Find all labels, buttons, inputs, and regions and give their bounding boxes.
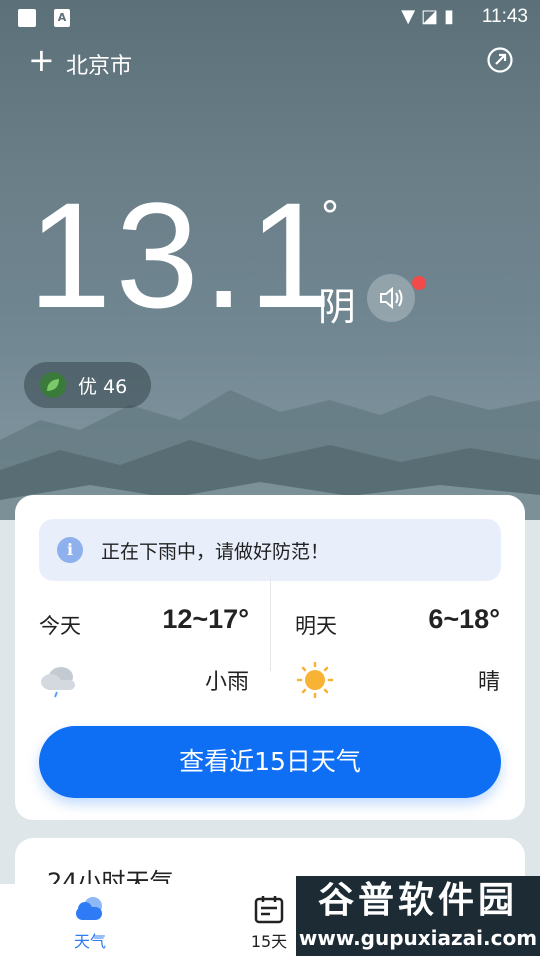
share-icon[interactable] [486,46,514,74]
tab-15-day[interactable]: 15天 [246,894,292,952]
tab-weather[interactable]: 天气 [68,894,112,952]
degree-symbol: ° [320,194,340,240]
sun-icon [296,662,334,698]
today-weather: 小雨 [204,670,249,695]
notification-square-icon [18,9,36,27]
weather-tab-icon [76,897,102,920]
status-time: 11:43 [481,6,528,27]
aqi-badge[interactable]: 优 46 [24,362,152,408]
forecast-card: i 正在下雨中，请做好防范！ 今天 12~17° 小雨 明天 6~18° 晴 查… [15,495,525,820]
notification-dot [412,276,426,290]
info-icon: i [57,537,83,563]
tomorrow-weather: 晴 [477,670,500,695]
cloud-rain-icon [41,667,75,698]
rain-alert[interactable]: i 正在下雨中，请做好防范！ [39,519,501,581]
tab-weather-label: 天气 [73,932,106,951]
tomorrow-label: 明天 [295,614,337,638]
aqi-text: 优 46 [78,375,128,398]
status-bar: A ▼◪▮ 11:43 [0,0,540,36]
watermark-title: 谷普软件园 [317,880,518,921]
tab-15-day-label: 15天 [250,932,288,951]
battery-charging-icon: ▮ [444,6,460,27]
day-divider [270,575,271,671]
tomorrow-range: 6~18° [428,604,500,634]
tomorrow-forecast[interactable]: 明天 6~18° 晴 [295,600,500,700]
system-icons: ▼◪▮ [401,6,460,27]
calendar-icon [254,896,284,924]
wifi-icon: ▼ [401,6,422,27]
top-bar: + 北京市 [0,40,540,84]
alert-text: 正在下雨中，请做好防范！ [101,540,330,563]
today-range: 12~17° [162,604,249,634]
a-icon: A [54,9,70,27]
current-temperature: 13.1 [28,171,336,339]
leaf-icon [40,372,66,398]
speaker-button[interactable] [367,274,415,322]
today-label: 今天 [39,614,81,638]
add-city-button[interactable]: + [28,44,55,76]
city-name[interactable]: 北京市 [66,48,132,80]
speaker-icon [380,286,403,310]
watermark-url: www.gupuxiazai.com [298,926,538,950]
signal-off-icon: ◪ [421,6,445,27]
today-forecast[interactable]: 今天 12~17° 小雨 [39,600,249,700]
view-15-day-button[interactable]: 查看近15日天气 [39,726,501,798]
current-condition: 阴 [318,285,357,329]
watermark-logo: 谷普软件园 www.gupuxiazai.com [296,876,540,956]
